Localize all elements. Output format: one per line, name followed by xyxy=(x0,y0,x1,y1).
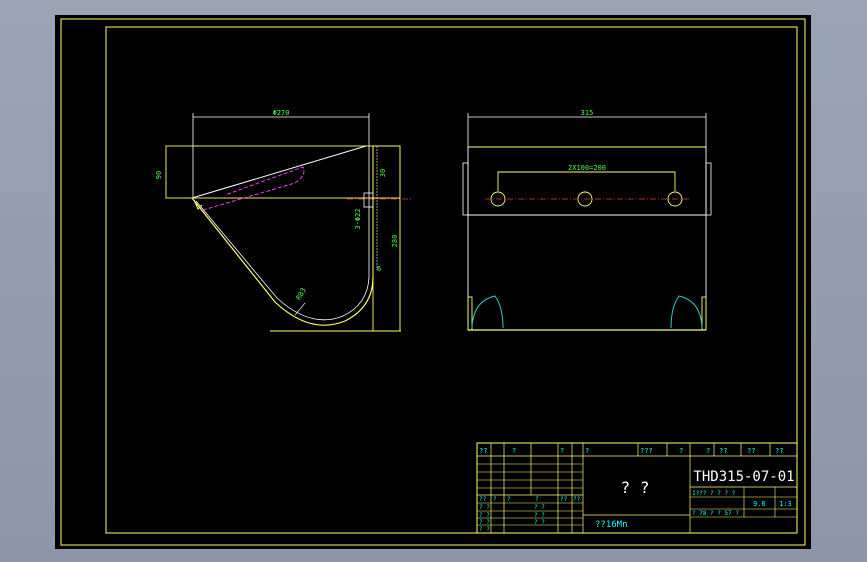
dim-text-height-left: 90 xyxy=(155,171,163,179)
flange-lip-left xyxy=(462,162,469,216)
drawing-sheet: Φ270 90 30 3-Φ22 280 R83 6 315 2X100=200… xyxy=(55,15,811,549)
hidden-slot-line xyxy=(202,166,305,211)
front-view: Φ270 90 30 3-Φ22 280 R83 6 xyxy=(155,109,411,332)
tb-header-8: ?? xyxy=(719,447,727,455)
tb-sign-6: ?? xyxy=(573,496,581,503)
dim-text-holes: 3-Φ22 xyxy=(354,208,362,229)
tb-approval-mid-3: ? ? xyxy=(534,519,545,526)
top-flange xyxy=(467,146,707,216)
tb-sign-2: ? xyxy=(493,496,497,503)
hole-section xyxy=(363,192,374,208)
body-side-left xyxy=(467,296,473,331)
curved-body-inner xyxy=(195,200,370,321)
flange-lip-right xyxy=(705,162,712,216)
tb-scale-header: 1??? ? ? ? ? xyxy=(692,490,736,497)
tb-header-7: ? xyxy=(706,447,710,455)
tb-approval-mid-1: ? ? xyxy=(534,504,545,511)
tb-material: ??16Mn xyxy=(595,520,628,530)
tb-sign-5: ?? xyxy=(560,496,568,503)
curved-body-outer xyxy=(191,197,374,326)
tb-header-10: ?? xyxy=(775,447,783,455)
tb-sheet-info: ? 78 ? ? 57 ? xyxy=(692,510,739,517)
tb-sign-4: ? xyxy=(535,496,539,503)
dim-text-315: 315 xyxy=(581,109,594,117)
tb-part-name: ? ? xyxy=(621,478,650,497)
corner-arc-left xyxy=(471,295,504,329)
tb-header-4: ? xyxy=(585,447,589,455)
dim-line-hole-spacing xyxy=(497,171,676,191)
tb-drawing-number: THD315-07-01 xyxy=(693,469,794,485)
slanted-top-edge xyxy=(191,145,367,199)
tb-header-1: ?? xyxy=(479,447,487,455)
inner-frame xyxy=(105,26,798,534)
title-block: ?? ? ? ? ??? ? ? ?? ?? ?? ? ? THD315-07-… xyxy=(476,442,798,534)
tb-header-9: ?? xyxy=(747,447,755,455)
side-view: 315 2X100=200 xyxy=(462,109,712,331)
tb-approval-mid-2: ? ? xyxy=(534,512,545,519)
tb-header-5: ??? xyxy=(640,447,653,455)
tb-approval-4: ? ? xyxy=(479,526,490,533)
tb-approval-2: ? ? xyxy=(479,512,490,519)
dim-text-height-right-top: 30 xyxy=(379,169,387,177)
tb-header-3: ? xyxy=(560,447,564,455)
dim-text-thickness: 6 xyxy=(377,265,381,273)
top-plate-outline xyxy=(165,145,401,199)
tb-sign-1: ?? xyxy=(479,496,487,503)
dim-text-radius: R83 xyxy=(295,287,308,302)
corner-arc-right xyxy=(670,295,703,329)
tb-approval-1: ? ? xyxy=(479,504,490,511)
tb-sign-3: ? xyxy=(507,496,511,503)
outer-frame xyxy=(60,18,806,546)
body-outline xyxy=(467,214,707,331)
tb-header-6: ? xyxy=(679,447,683,455)
cad-drawing: Φ270 90 30 3-Φ22 280 R83 6 315 2X100=200… xyxy=(60,18,806,546)
radius-leader xyxy=(294,302,306,316)
tb-header-2: ? xyxy=(512,447,516,455)
dim-text-width: Φ270 xyxy=(273,109,290,117)
tb-scale: 1:3 xyxy=(779,500,792,508)
tb-weight: 9.6 xyxy=(753,500,766,508)
dim-text-overall-height: 280 xyxy=(391,235,399,248)
dim-text-hole-spacing: 2X100=200 xyxy=(568,164,606,172)
tb-approval-3: ? ? xyxy=(479,519,490,526)
body-side-right xyxy=(701,296,707,331)
